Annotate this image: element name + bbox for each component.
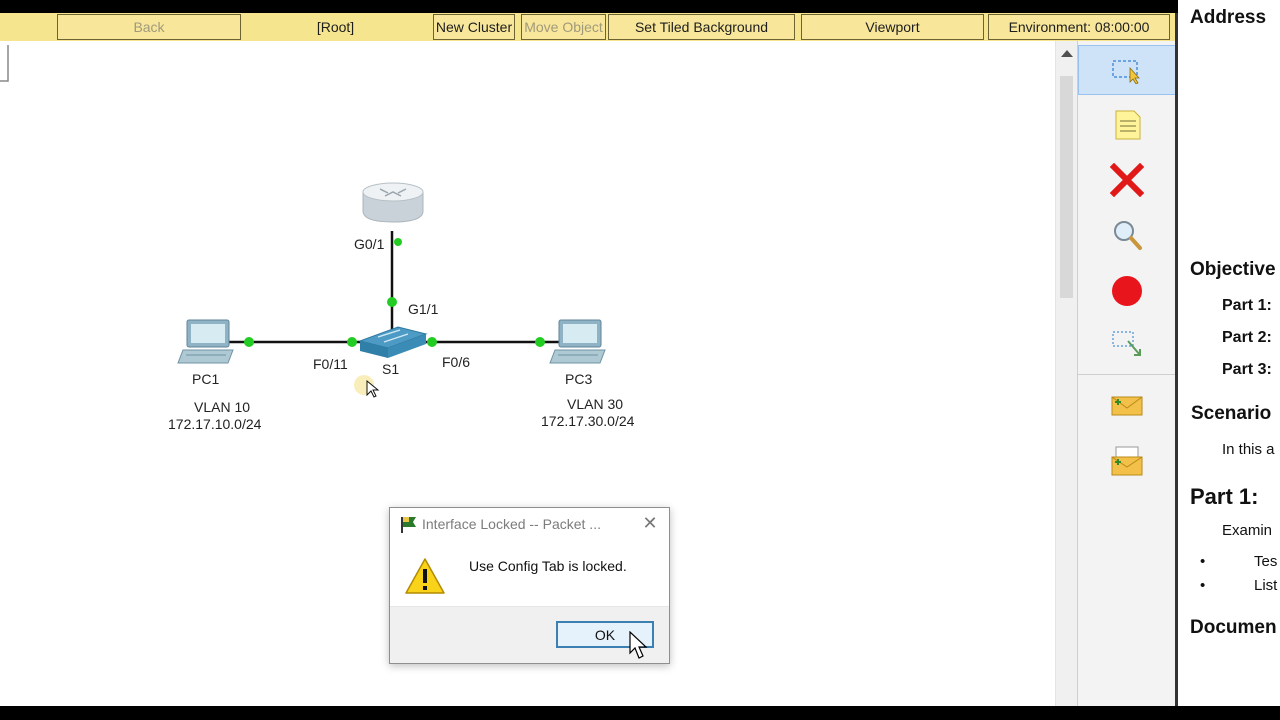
move-object-button[interactable]: Move Object: [521, 14, 606, 40]
link-light-pc3: [535, 337, 545, 347]
pc1-name-label: PC1: [192, 371, 220, 387]
pc3-subnet-label: 172.17.30.0/24: [541, 413, 635, 429]
tool-separator: [1078, 374, 1176, 375]
select-tool-button[interactable]: [1078, 45, 1176, 95]
instructions-panel: Address Objective Part 1: Part 2: Part 3…: [1178, 0, 1280, 706]
note-icon: [1115, 110, 1141, 140]
bullet-1: •: [1200, 553, 1206, 570]
complex-pdu-envelope-icon: [1111, 446, 1143, 476]
pc1-icon: [177, 319, 234, 364]
workspace-edge-marker: [0, 45, 9, 82]
root-button[interactable]: [Root]: [241, 14, 430, 40]
ellipse-icon: [1112, 276, 1142, 306]
warning-icon: [405, 558, 445, 594]
pc1-vlan-label: VLAN 10: [194, 399, 251, 415]
objective-part3: Part 3:: [1222, 361, 1272, 378]
set-tiled-background-button[interactable]: Set Tiled Background: [608, 14, 795, 40]
pc3-name-label: PC3: [565, 371, 593, 387]
addressing-heading: Address: [1190, 7, 1267, 28]
scroll-thumb[interactable]: [1060, 76, 1073, 298]
router-icon: [362, 182, 424, 223]
pc1-subnet-label: 172.17.10.0/24: [168, 416, 262, 432]
add-complex-pdu-button[interactable]: [1078, 436, 1176, 486]
bottom-black-strip: [0, 706, 1280, 720]
link-light-switch-f06: [427, 337, 437, 347]
dialog-close-icon[interactable]: ✕: [642, 514, 658, 532]
simple-pdu-envelope-icon: [1111, 396, 1143, 416]
part1-heading: Part 1:: [1190, 484, 1259, 509]
viewport-button[interactable]: Viewport: [801, 14, 984, 40]
documentation-heading: Documen: [1190, 617, 1277, 638]
resize-shape-tool-button[interactable]: [1078, 319, 1176, 369]
logical-toolbar: Back [Root] New Cluster Move Object Set …: [0, 13, 1177, 41]
router-port-label: G0/1: [354, 236, 385, 252]
switch-name-label: S1: [382, 361, 400, 377]
draw-ellipse-tool-button[interactable]: [1078, 266, 1176, 316]
mouse-pointer-icon: [629, 631, 648, 659]
magnifier-icon: [1114, 221, 1142, 250]
scenario-heading: Scenario: [1191, 403, 1272, 424]
objective-part1: Part 1:: [1222, 297, 1272, 314]
resize-shape-icon: [1112, 331, 1141, 356]
top-black-strip: [0, 0, 1280, 13]
packet-tracer-app-icon: [401, 517, 416, 533]
switch-uplink-port-label: G1/1: [408, 301, 439, 317]
link-light-switch-uplink: [387, 297, 397, 307]
link-light-router: [394, 238, 402, 246]
scenario-text: In this a: [1222, 441, 1275, 458]
inspect-tool-button[interactable]: [1078, 210, 1176, 260]
switch-port-pc1-label: F0/11: [313, 356, 348, 372]
link-light-pc1: [244, 337, 254, 347]
delete-x-icon: [1110, 163, 1144, 197]
dialog-title: Interface Locked -- Packet ...: [422, 516, 601, 532]
workspace-scrollbar[interactable]: [1055, 41, 1077, 706]
link-light-switch-f011: [347, 337, 357, 347]
part1-text: Examin: [1222, 522, 1273, 539]
pc3-vlan-label: VLAN 30: [567, 396, 624, 412]
common-tools-bar: [1077, 41, 1176, 706]
switch-icon: [358, 326, 428, 358]
place-note-tool-button[interactable]: [1078, 100, 1176, 150]
dialog-message: Use Config Tab is locked.: [469, 558, 627, 574]
new-cluster-button[interactable]: New Cluster: [433, 14, 515, 40]
objective-part2: Part 2:: [1222, 329, 1272, 346]
bullet-1-text: Tes: [1254, 553, 1278, 570]
bullet-2-text: List: [1254, 577, 1278, 594]
environment-button[interactable]: Environment: 08:00:00: [988, 14, 1170, 40]
select-icon: [1112, 60, 1140, 84]
bullet-2: •: [1200, 577, 1206, 594]
dialog-body: Use Config Tab is locked.: [390, 540, 669, 606]
objectives-heading: Objective: [1190, 259, 1276, 280]
switch-port-pc3-label: F0/6: [442, 354, 471, 370]
add-simple-pdu-button[interactable]: [1078, 381, 1176, 431]
delete-tool-button[interactable]: [1078, 155, 1176, 205]
back-button[interactable]: Back: [57, 14, 241, 40]
dialog-titlebar[interactable]: Interface Locked -- Packet ... ✕: [390, 508, 669, 540]
scroll-up-arrow-icon[interactable]: [1061, 50, 1073, 57]
